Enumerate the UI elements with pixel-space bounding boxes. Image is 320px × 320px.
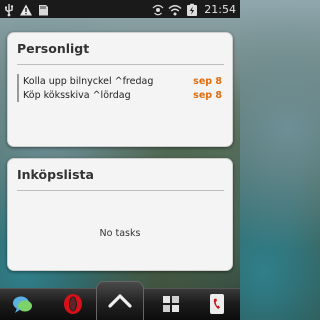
widget-title: Personligt <box>17 41 90 56</box>
status-bar[interactable]: 21:54 <box>0 0 240 18</box>
wifi-icon <box>168 2 182 16</box>
task-row[interactable]: Köp köksskiva ^lördag sep 8 <box>23 88 222 102</box>
widget-title: Inköpslista <box>17 167 94 182</box>
task-widget-inkopslista[interactable]: Inköpslista No tasks <box>7 158 233 271</box>
task-date: sep 8 <box>193 75 222 87</box>
empty-state-text: No tasks <box>99 228 141 239</box>
messaging-icon[interactable] <box>10 291 36 317</box>
notification-icons[interactable] <box>2 1 50 17</box>
task-date: sep 8 <box>193 89 222 101</box>
widget-divider <box>17 64 224 65</box>
clock-time: 21:54 <box>204 2 236 16</box>
phone-icon[interactable] <box>204 291 230 317</box>
launcher-arrow-icon[interactable] <box>96 281 144 320</box>
windows-tiles-icon[interactable] <box>158 291 184 317</box>
task-row[interactable]: Kolla upp bilnyckel ^fredag sep 8 <box>23 74 222 88</box>
warning-icon <box>19 2 33 16</box>
system-icons: 21:54 <box>151 1 236 17</box>
widget-divider <box>17 190 224 191</box>
task-text: Kolla upp bilnyckel ^fredag <box>23 75 154 87</box>
sd-card-icon <box>36 2 50 16</box>
opera-browser-icon[interactable] <box>60 291 86 317</box>
usb-icon <box>2 2 16 17</box>
battery-charging-icon <box>185 2 199 16</box>
task-list: Kolla upp bilnyckel ^fredag sep 8 Köp kö… <box>17 74 222 102</box>
task-widget-personligt[interactable]: Personligt Kolla upp bilnyckel ^fredag s… <box>7 32 233 147</box>
task-text: Köp köksskiva ^lördag <box>23 89 131 101</box>
location-icon <box>151 2 165 16</box>
